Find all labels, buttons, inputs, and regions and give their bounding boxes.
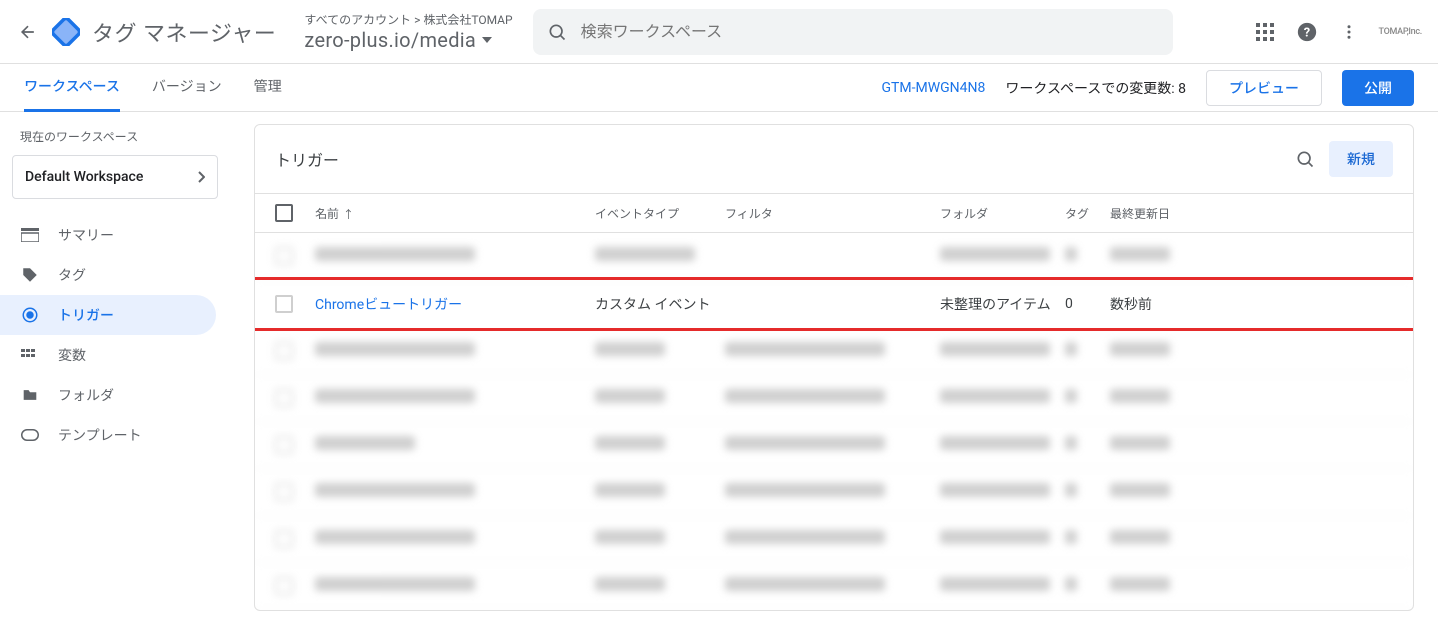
company-logo: TOMAP,Inc. xyxy=(1379,27,1422,37)
back-button[interactable] xyxy=(16,20,40,44)
app-title: タグ マネージャー xyxy=(92,16,276,48)
table-row xyxy=(255,516,1413,563)
new-trigger-button[interactable]: 新規 xyxy=(1329,141,1393,177)
col-updated-header[interactable]: 最終更新日 xyxy=(1110,205,1240,222)
publish-button[interactable]: 公開 xyxy=(1342,70,1414,106)
apps-icon[interactable] xyxy=(1253,20,1277,44)
chevron-right-icon xyxy=(197,171,205,183)
col-name-header[interactable]: 名前↑ xyxy=(315,205,595,222)
table-row xyxy=(255,422,1413,469)
trigger-name-link[interactable]: Chromeビュートリガー xyxy=(315,297,462,313)
col-event-header[interactable]: イベントタイプ xyxy=(595,205,725,222)
chevron-down-icon xyxy=(482,37,492,43)
col-folder-header[interactable]: フォルダ xyxy=(940,205,1065,222)
help-icon[interactable]: ? xyxy=(1295,20,1319,44)
container-name: zero-plus.io/media xyxy=(304,28,476,52)
table-header: 名前↑ イベントタイプ フィルタ フォルダ タグ 最終更新日 xyxy=(255,193,1413,233)
table-row xyxy=(255,469,1413,516)
search-icon xyxy=(547,22,567,42)
table-row xyxy=(255,328,1413,375)
gtm-logo-icon xyxy=(52,18,80,46)
template-icon xyxy=(20,425,40,445)
trigger-event-type: カスタム イベント xyxy=(595,294,725,314)
tab-admin[interactable]: 管理 xyxy=(254,64,282,112)
current-workspace-label: 現在のワークスペース xyxy=(0,128,230,155)
row-checkbox[interactable] xyxy=(275,295,293,313)
nav-templates[interactable]: テンプレート xyxy=(0,415,216,455)
nav-summary[interactable]: サマリー xyxy=(0,215,216,255)
trigger-folder: 未整理のアイテム xyxy=(940,294,1065,314)
tab-versions[interactable]: バージョン xyxy=(152,64,222,112)
variable-icon xyxy=(20,345,40,365)
select-all-checkbox[interactable] xyxy=(275,204,293,222)
table-row xyxy=(255,563,1413,610)
search-triggers-icon[interactable] xyxy=(1293,147,1317,171)
nav-tags[interactable]: タグ xyxy=(0,255,216,295)
tag-icon xyxy=(20,265,40,285)
trigger-tag-count: 0 xyxy=(1065,296,1110,312)
table-row xyxy=(255,233,1413,280)
more-icon[interactable] xyxy=(1337,20,1361,44)
col-tags-header[interactable]: タグ xyxy=(1065,205,1110,222)
gtm-id-link[interactable]: GTM-MWGN4N8 xyxy=(881,80,985,96)
workspace-selector[interactable]: Default Workspace xyxy=(12,155,218,199)
folder-icon xyxy=(20,385,40,405)
sort-arrow-icon: ↑ xyxy=(343,208,354,221)
svg-text:?: ? xyxy=(1303,25,1309,40)
trigger-icon xyxy=(20,305,40,325)
container-selector[interactable]: すべてのアカウント > 株式会社TOMAP zero-plus.io/media xyxy=(304,11,512,52)
nav-triggers[interactable]: トリガー xyxy=(0,295,216,335)
nav-folders[interactable]: フォルダ xyxy=(0,375,216,415)
card-title: トリガー xyxy=(275,147,339,171)
nav-variables[interactable]: 変数 xyxy=(0,335,216,375)
breadcrumb: すべてのアカウント > 株式会社TOMAP xyxy=(304,11,512,28)
table-row xyxy=(255,375,1413,422)
summary-icon xyxy=(20,225,40,245)
search-input[interactable] xyxy=(581,22,1159,41)
search-box[interactable] xyxy=(533,9,1173,55)
table-row-highlighted[interactable]: Chromeビュートリガー カスタム イベント 未整理のアイテム 0 数秒前 xyxy=(254,277,1414,331)
tab-workspace[interactable]: ワークスペース xyxy=(24,64,120,112)
changes-count: ワークスペースでの変更数: 8 xyxy=(1005,78,1186,98)
workspace-name: Default Workspace xyxy=(25,169,143,185)
trigger-updated: 数秒前 xyxy=(1110,294,1240,314)
preview-button[interactable]: プレビュー xyxy=(1206,70,1322,106)
col-filter-header[interactable]: フィルタ xyxy=(725,205,940,222)
